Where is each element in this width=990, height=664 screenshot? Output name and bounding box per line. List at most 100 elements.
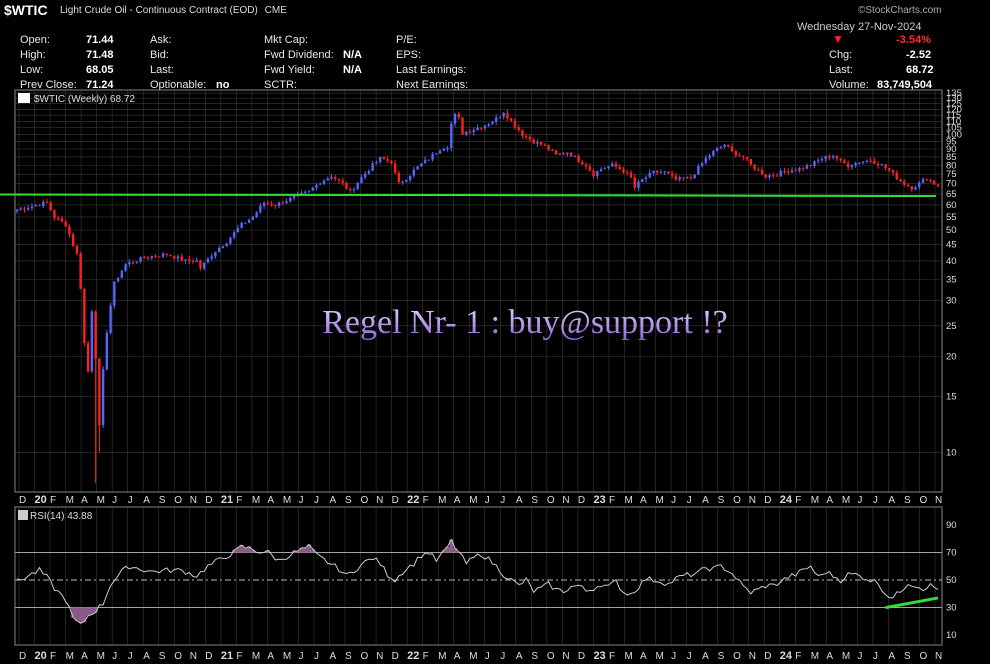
candle-body	[49, 202, 52, 211]
candle-body	[232, 232, 236, 238]
rsi-x-tick-label: S	[718, 651, 725, 662]
candle-body	[386, 159, 389, 161]
support-line	[459, 194, 937, 198]
candle-body	[468, 131, 472, 133]
candle-body	[438, 150, 442, 154]
candle-body	[476, 127, 479, 130]
candle-body	[933, 180, 936, 185]
price-tick-label: 30	[946, 296, 957, 307]
candle-body	[480, 127, 483, 129]
candle-body	[161, 253, 165, 257]
rsi-tick-label: 70	[946, 547, 957, 558]
candle-body	[816, 160, 820, 162]
candle-body	[15, 209, 19, 212]
x-tick-label: N	[935, 495, 942, 506]
candle-body	[704, 157, 708, 163]
rsi-x-tick-label: J	[112, 651, 117, 662]
rsi-x-tick-label: J	[857, 651, 862, 662]
rsi-x-tick-label: M	[624, 651, 632, 662]
rsi-x-tick-label: O	[919, 651, 927, 662]
candle-body	[648, 172, 651, 178]
candle-body	[367, 171, 371, 174]
price-tick-label: 25	[946, 321, 957, 332]
candle-body	[828, 156, 831, 158]
candle-body	[150, 256, 153, 259]
rsi-x-tick-label: A	[640, 651, 647, 662]
x-tick-label: J	[500, 495, 505, 506]
candle-body	[644, 177, 648, 180]
candle-body	[708, 155, 711, 158]
rsi-tick-label: 90	[946, 520, 957, 531]
candle-body	[629, 172, 633, 178]
candle-body	[109, 305, 112, 334]
support-line	[0, 193, 461, 197]
rsi-legend-swatch	[18, 510, 28, 520]
candle-body	[393, 163, 397, 173]
rsi-x-tick-label: M	[97, 651, 105, 662]
price-axis: 1351301251201151101051009590858075706560…	[946, 88, 962, 458]
x-tick-label: J	[314, 495, 319, 506]
candle-body	[880, 164, 884, 166]
rsi-panel-title: RSI(14) 43.88	[30, 511, 93, 522]
candle-body	[674, 175, 678, 180]
candle-body	[764, 174, 767, 178]
price-tick-label: 10	[946, 447, 957, 458]
candle-body	[98, 358, 101, 426]
rsi-x-tick-label: A	[516, 651, 523, 662]
candle-body	[854, 163, 857, 166]
candle-body	[888, 168, 891, 171]
rsi-x-tick-label: 24	[780, 650, 793, 662]
candle-body	[809, 165, 812, 167]
candle-body	[113, 281, 116, 306]
candle-body	[371, 163, 374, 172]
candle-body	[90, 311, 94, 372]
candle-body	[382, 156, 386, 160]
price-tick-label: 20	[946, 352, 957, 363]
x-tick-label: A	[826, 495, 833, 506]
candle-body	[805, 165, 809, 169]
rsi-x-tick-label: A	[702, 651, 709, 662]
stock-chart: 1351301251201151101051009590858075706560…	[0, 88, 962, 662]
candle-body	[599, 169, 603, 172]
candle-body	[539, 141, 543, 145]
candle-body	[517, 127, 520, 131]
candle-body	[75, 245, 79, 254]
x-tick-label: A	[640, 495, 647, 506]
rsi-x-tick-label: J	[485, 651, 490, 662]
x-tick-label: A	[454, 495, 461, 506]
x-tick-label: F	[423, 495, 429, 506]
price-tick-label: 45	[946, 240, 957, 251]
candle-body	[285, 201, 288, 204]
candle-body	[757, 169, 760, 171]
candle-body	[94, 311, 97, 359]
candle-body	[188, 259, 191, 262]
x-tick-label: J	[112, 495, 117, 506]
candle-body	[266, 202, 270, 204]
candle-body	[453, 113, 457, 124]
x-tick-label: M	[842, 495, 850, 506]
rsi-tick-label: 10	[946, 630, 957, 641]
candle-body	[884, 164, 887, 169]
rsi-x-tick-label: O	[361, 651, 369, 662]
candle-body	[304, 191, 307, 193]
rsi-x-tick-label: M	[438, 651, 446, 662]
x-tick-label: J	[298, 495, 303, 506]
candle-body	[408, 175, 412, 180]
candle-body	[360, 177, 363, 183]
candle-body	[876, 163, 880, 166]
candle-body	[820, 158, 824, 161]
candle-body	[768, 175, 771, 178]
candle-body	[105, 333, 109, 370]
candle-body	[423, 159, 427, 164]
candle-body	[135, 261, 139, 263]
x-tick-label: D	[205, 495, 212, 506]
x-tick-label: F	[609, 495, 615, 506]
candle-body	[611, 163, 614, 167]
x-tick-label: F	[236, 495, 242, 506]
candle-body	[401, 181, 404, 183]
candle-body	[390, 160, 393, 164]
candle-body	[42, 201, 45, 207]
x-tick-label: M	[469, 495, 477, 506]
rsi-x-tick-label: S	[531, 651, 538, 662]
candle-body	[670, 173, 674, 176]
